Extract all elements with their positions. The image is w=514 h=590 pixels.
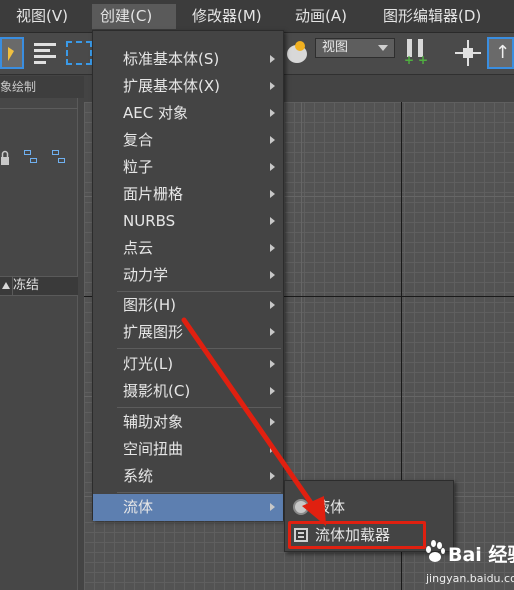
- submenu-arrow-icon: [270, 418, 275, 426]
- menu-item-label: 面片栅格: [123, 185, 184, 203]
- submenu-arrow-icon: [270, 244, 275, 252]
- menu-item-extended-shapes[interactable]: 扩展图形: [93, 319, 283, 346]
- teapot-icon[interactable]: [283, 37, 313, 69]
- menu-item-label: 辅助对象: [123, 413, 184, 431]
- column-divider: [12, 277, 13, 295]
- watermark-brand: Bai 经验: [448, 544, 514, 566]
- baidu-paw-logo: [424, 540, 446, 564]
- submenu-arrow-icon: [270, 503, 275, 511]
- rectangular-selection-icon[interactable]: [66, 41, 92, 65]
- menu-view[interactable]: 视图(V): [8, 4, 76, 29]
- submenu-arrow-icon: [270, 445, 275, 453]
- lock-icon[interactable]: [0, 150, 16, 166]
- menu-item-label: 扩展图形: [123, 323, 184, 341]
- submenu-arrow-icon: [270, 472, 275, 480]
- menu-item-label: NURBS: [123, 212, 176, 230]
- menu-item-particles[interactable]: 粒子: [93, 154, 283, 181]
- menu-item-label: AEC 对象: [123, 104, 188, 122]
- submenu-item-liquid[interactable]: 液体: [285, 493, 453, 521]
- submenu-arrow-icon: [270, 328, 275, 336]
- menu-item-shapes[interactable]: 图形(H): [93, 292, 283, 319]
- menu-item-nurbs[interactable]: NURBS: [93, 208, 283, 235]
- menu-create[interactable]: 创建(C): [92, 4, 176, 29]
- menu-item-label: 空间扭曲: [123, 440, 184, 458]
- select-by-name-button[interactable]: [30, 37, 60, 69]
- annotation-highlight-box: [288, 521, 426, 549]
- hierarchy-icon[interactable]: [24, 150, 40, 166]
- column-header-label: 冻结: [13, 278, 40, 293]
- submenu-arrow-icon: [270, 271, 275, 279]
- menu-item-label: 灯光(L): [123, 355, 174, 373]
- menu-separator: [117, 492, 281, 493]
- menu-graph-editors[interactable]: 图形编辑器(D): [375, 4, 489, 29]
- menu-item-label: 图形(H): [123, 296, 176, 314]
- submenu-arrow-icon: [270, 82, 275, 90]
- select-object-button[interactable]: [0, 37, 24, 69]
- menu-item-patch-grids[interactable]: 面片栅格: [93, 181, 283, 208]
- menu-item-label: 流体: [123, 498, 154, 516]
- up-arrow-button[interactable]: [487, 37, 514, 69]
- menu-item-label: 粒子: [123, 158, 154, 176]
- baidu-jingyan-watermark: Bai 经验 jingyan.baidu.com: [420, 538, 514, 590]
- menu-separator: [117, 407, 281, 408]
- panel-divider: [0, 108, 78, 109]
- menu-item-label: 扩展基本体(X): [123, 77, 220, 95]
- menu-item-systems[interactable]: 系统: [93, 463, 283, 490]
- submenu-arrow-icon: [270, 190, 275, 198]
- sort-ascending-icon: [2, 282, 10, 289]
- menu-item-standard-primitives[interactable]: 标准基本体(S): [93, 46, 283, 73]
- menu-item-label: 点云: [123, 239, 154, 257]
- menu-item-aec-objects[interactable]: AEC 对象: [93, 100, 283, 127]
- menu-item-label: 系统: [123, 467, 154, 485]
- menu-separator: [117, 348, 281, 349]
- menu-item-label: 复合: [123, 131, 154, 149]
- submenu-item-label: 液体: [315, 498, 346, 516]
- menu-bar: 视图(V) 创建(C) 修改器(M) 动画(A) 图形编辑器(D): [0, 0, 514, 33]
- menu-item-fluids[interactable]: 流体: [93, 494, 283, 521]
- submenu-arrow-icon: [270, 301, 275, 309]
- menu-item-extended-primitives[interactable]: 扩展基本体(X): [93, 73, 283, 100]
- column-header-freeze[interactable]: 冻结: [0, 276, 78, 296]
- menu-item-space-warps[interactable]: 空间扭曲: [93, 436, 283, 463]
- left-subbar: 象绘制: [0, 76, 84, 98]
- submenu-arrow-icon: [270, 163, 275, 171]
- chevron-down-icon: [378, 45, 388, 51]
- menu-item-dynamics[interactable]: 动力学: [93, 262, 283, 289]
- menu-item-point-cloud[interactable]: 点云: [93, 235, 283, 262]
- submenu-arrow-icon: [270, 55, 275, 63]
- menu-item-lights[interactable]: 灯光(L): [93, 351, 283, 378]
- submenu-arrow-icon: [270, 387, 275, 395]
- reference-coordinate-value: 视图: [322, 40, 349, 55]
- submenu-arrow-icon: [270, 360, 275, 368]
- liquid-icon: [293, 499, 309, 515]
- pivot-center-icon[interactable]: + +: [404, 37, 434, 69]
- menu-item-label: 标准基本体(S): [123, 50, 220, 68]
- hierarchy-expand-icon[interactable]: [52, 150, 68, 166]
- move-gizmo-icon[interactable]: [452, 37, 482, 69]
- menu-modifiers[interactable]: 修改器(M): [184, 4, 270, 29]
- subbar-label: 象绘制: [0, 80, 37, 94]
- submenu-arrow-icon: [270, 136, 275, 144]
- teapot-spout: [295, 41, 305, 51]
- menu-item-helpers[interactable]: 辅助对象: [93, 409, 283, 436]
- menu-item-label: 动力学: [123, 266, 169, 284]
- menu-animation[interactable]: 动画(A): [287, 4, 355, 29]
- reference-coordinate-dropdown[interactable]: 视图: [315, 38, 395, 58]
- menu-item-compound[interactable]: 复合: [93, 127, 283, 154]
- submenu-arrow-icon: [270, 109, 275, 117]
- menu-item-cameras[interactable]: 摄影机(C): [93, 378, 283, 405]
- watermark-url: jingyan.baidu.com: [426, 572, 514, 585]
- submenu-arrow-icon: [270, 217, 275, 225]
- create-dropdown-menu: 标准基本体(S) 扩展基本体(X) AEC 对象 复合 粒子 面片栅格 NURB…: [92, 30, 284, 521]
- scene-explorer-panel: 冻结: [0, 98, 78, 590]
- menu-item-label: 摄影机(C): [123, 382, 191, 400]
